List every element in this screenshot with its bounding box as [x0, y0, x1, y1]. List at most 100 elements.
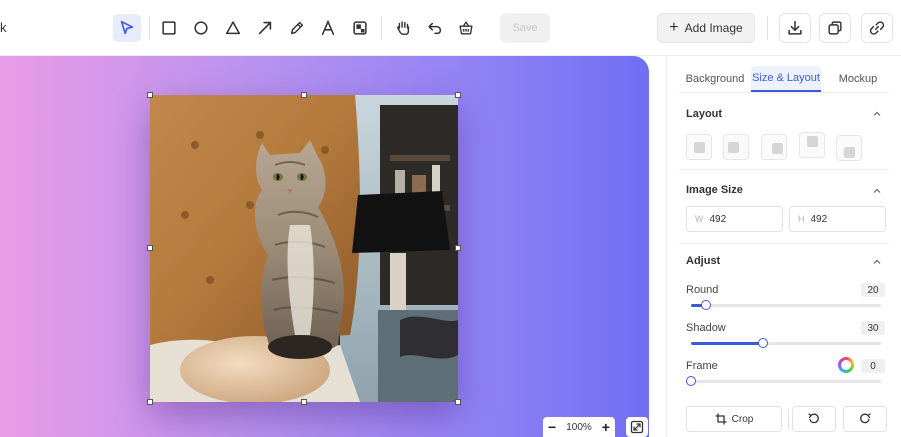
crop-label: Crop	[731, 413, 754, 425]
chevron-up-icon[interactable]	[873, 187, 881, 195]
plus-icon: +	[669, 19, 679, 36]
toolbar-left-text: k	[0, 20, 7, 35]
cat-image	[150, 95, 458, 402]
link-button[interactable]	[861, 13, 893, 43]
hand-tool-button[interactable]	[389, 14, 417, 42]
resize-handle-top-left[interactable]	[147, 92, 153, 98]
shadow-slider-fill	[691, 342, 764, 345]
chevron-up-icon[interactable]	[873, 258, 881, 266]
tab-size-layout[interactable]: Size & Layout	[751, 66, 821, 92]
tab-background[interactable]: Background	[683, 66, 747, 92]
resize-handle-left[interactable]	[147, 245, 153, 251]
rectangle-icon	[162, 21, 176, 35]
round-label: Round	[686, 284, 719, 296]
layout-option-center[interactable]	[686, 134, 712, 160]
arrow-tool-button[interactable]	[251, 14, 279, 42]
circle-tool-button[interactable]	[187, 14, 215, 42]
round-value: 20	[861, 283, 885, 297]
crop-button[interactable]: Crop	[686, 406, 782, 432]
height-label: H	[798, 214, 805, 224]
height-value: 492	[810, 213, 828, 225]
clear-icon	[459, 21, 473, 35]
rotate-left-button[interactable]	[792, 406, 836, 432]
add-image-label: Add Image	[684, 21, 743, 35]
shadow-label: Shadow	[686, 322, 726, 334]
width-value: 492	[709, 213, 727, 225]
rectangle-tool-button[interactable]	[155, 14, 183, 42]
expand-icon	[630, 420, 644, 434]
frame-slider-thumb[interactable]	[686, 376, 696, 386]
text-tool-button[interactable]	[314, 14, 342, 42]
circle-icon	[194, 21, 208, 35]
crop-icon	[715, 413, 727, 425]
rotate-left-icon	[808, 413, 819, 424]
chevron-up-icon[interactable]	[873, 110, 881, 118]
top-toolbar: k Save + Add Image	[0, 0, 901, 56]
resize-handle-top-right[interactable]	[455, 92, 461, 98]
zoom-level: 100%	[566, 421, 592, 433]
frame-label: Frame	[686, 360, 718, 372]
layout-option-top[interactable]	[799, 132, 825, 158]
triangle-tool-button[interactable]	[219, 14, 247, 42]
cat-photo[interactable]	[150, 95, 458, 402]
resize-handle-bottom-right[interactable]	[455, 399, 461, 405]
resize-handle-right[interactable]	[455, 245, 461, 251]
download-button[interactable]	[779, 13, 811, 43]
undo-icon	[428, 22, 442, 35]
toolbar-divider	[149, 16, 150, 40]
round-slider-thumb[interactable]	[701, 300, 712, 310]
hand-icon	[397, 21, 410, 36]
zoom-out-button[interactable]: −	[548, 419, 556, 435]
panel-tabs: Background Size & Layout Mockup	[667, 66, 901, 92]
resize-handle-top[interactable]	[301, 92, 307, 98]
resize-handle-bottom[interactable]	[301, 399, 307, 405]
text-icon	[321, 19, 335, 36]
zoom-in-button[interactable]: +	[602, 419, 610, 435]
shadow-slider[interactable]	[691, 338, 881, 348]
copy-icon	[828, 21, 842, 35]
width-field[interactable]: W 492	[686, 206, 783, 232]
undo-tool-button[interactable]	[421, 14, 449, 42]
rotate-right-button[interactable]	[843, 406, 887, 432]
width-label: W	[695, 214, 704, 224]
layout-section-title: Layout	[686, 108, 723, 120]
layout-option-bottom-right[interactable]	[761, 134, 787, 160]
resize-handle-bottom-left[interactable]	[147, 399, 153, 405]
canvas-area: − 100% +	[0, 56, 666, 437]
height-field[interactable]: H 492	[789, 206, 886, 232]
zoom-control: − 100% +	[543, 417, 615, 437]
shadow-slider-thumb[interactable]	[758, 338, 769, 348]
shadow-value: 30	[861, 321, 885, 335]
arrow-icon	[258, 21, 272, 35]
tab-mockup[interactable]: Mockup	[831, 66, 885, 92]
color-picker-icon[interactable]	[838, 357, 854, 373]
copy-button[interactable]	[819, 13, 851, 43]
link-icon	[869, 21, 885, 35]
section-divider	[679, 243, 889, 244]
frame-slider[interactable]	[686, 376, 881, 386]
layout-option-top-left[interactable]	[723, 134, 749, 160]
save-button[interactable]: Save	[500, 13, 550, 43]
toolbar-divider	[767, 16, 768, 40]
clear-tool-button[interactable]	[452, 14, 480, 42]
section-divider	[679, 169, 889, 170]
toolbar-divider	[381, 16, 382, 40]
select-tool-button[interactable]	[113, 14, 141, 42]
tabs-divider	[679, 92, 889, 93]
image-size-section-title: Image Size	[686, 184, 743, 196]
add-image-button[interactable]: + Add Image	[657, 13, 755, 43]
download-icon	[788, 20, 802, 35]
fill-icon	[353, 21, 367, 35]
fill-tool-button[interactable]	[346, 14, 374, 42]
triangle-icon	[225, 21, 241, 35]
adjust-section-title: Adjust	[686, 255, 721, 267]
layout-option-bottom[interactable]	[836, 135, 862, 161]
pen-icon	[290, 21, 304, 35]
button-divider	[788, 409, 789, 429]
pen-tool-button[interactable]	[283, 14, 311, 42]
fit-screen-button[interactable]	[626, 417, 648, 437]
frame-value: 0	[861, 359, 885, 373]
settings-panel: Background Size & Layout Mockup Layout I…	[666, 56, 901, 437]
rotate-right-icon	[860, 413, 871, 424]
round-slider[interactable]	[691, 300, 881, 310]
